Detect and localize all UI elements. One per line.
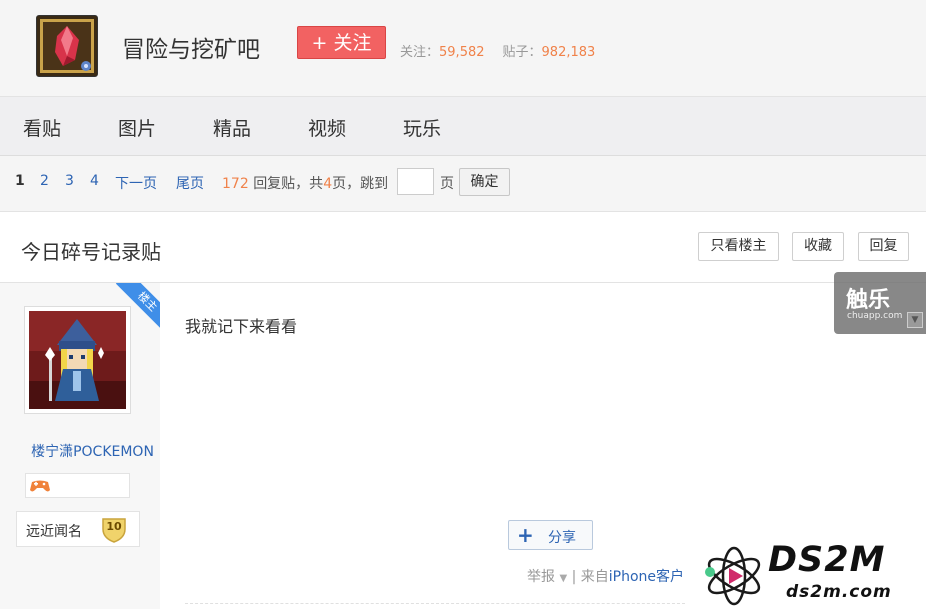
pagination: 1 2 3 4 下一页 尾页 172 回复贴，共4页，跳到 页 确定: [0, 156, 926, 212]
chule-watermark: 触乐 chuapp.com ▼: [834, 272, 926, 334]
pixel-mage-avatar: [29, 311, 126, 409]
page-1-current: 1: [15, 173, 25, 189]
page-unit-label: 页: [440, 176, 454, 192]
reply-text-b: 页，跳到: [332, 176, 389, 192]
chule-url: chuapp.com: [847, 311, 903, 321]
next-page-link[interactable]: 下一页: [115, 173, 157, 193]
member-level: 远近闻名 10: [16, 511, 140, 547]
reply-button[interactable]: 回复: [858, 232, 909, 261]
level-number: 10: [106, 520, 122, 533]
page-4-link[interactable]: 4: [90, 173, 99, 189]
reply-text-a: 回复贴，共: [253, 176, 324, 192]
post-content: 我就记下来看看: [185, 317, 298, 336]
followers-label: 关注：: [400, 45, 440, 60]
post-divider: [185, 603, 685, 604]
ds2m-logo-text: DS2M: [768, 540, 886, 580]
forum-nav: 看贴 图片 精品 视频 玩乐: [0, 97, 926, 156]
page-jump-confirm-button[interactable]: 确定: [459, 168, 510, 196]
author-avatar[interactable]: [24, 306, 131, 414]
share-button[interactable]: + 分享: [508, 520, 593, 550]
nav-item-posts[interactable]: 看贴: [23, 114, 61, 141]
nav-item-featured[interactable]: 精品: [213, 114, 251, 141]
page-2-link[interactable]: 2: [40, 173, 49, 189]
forum-stats: 关注：59,582 贴子：982,183: [400, 41, 595, 60]
page-jump-input[interactable]: [397, 168, 434, 195]
atom-logo-icon: [705, 546, 761, 606]
posts-count: 982,183: [541, 45, 596, 60]
chule-logo-text: 触乐: [846, 288, 891, 313]
red-gem-icon: [37, 16, 97, 76]
ds2m-watermark: DS2M ds2m.com: [702, 540, 922, 609]
report-link[interactable]: 举报: [527, 569, 555, 585]
posts-label: 贴子：: [502, 45, 542, 60]
thread-header: 今日碎号记录贴 只看楼主 收藏 回复: [0, 212, 926, 283]
page-3-link[interactable]: 3: [65, 173, 74, 189]
plus-icon: +: [517, 523, 534, 547]
followers-count: 59,582: [439, 45, 485, 60]
last-page-link[interactable]: 尾页: [176, 173, 204, 193]
ds2m-url: ds2m.com: [786, 582, 892, 602]
forum-avatar[interactable]: [36, 15, 98, 77]
post-meta: 举报 ▼ | 来自iPhone客户: [527, 566, 684, 586]
only-op-button[interactable]: 只看楼主: [698, 232, 779, 261]
forum-header: 冒险与挖矿吧 + 关注 关注：59,582 贴子：982,183: [0, 0, 926, 97]
level-title: 远近闻名: [26, 524, 82, 540]
nav-item-fun[interactable]: 玩乐: [403, 114, 441, 141]
reply-summary: 172 回复贴，共4页，跳到: [222, 173, 388, 193]
page-total: 4: [323, 176, 333, 192]
thread-title: 今日碎号记录贴: [21, 240, 161, 264]
source-client-link[interactable]: iPhone客户: [609, 569, 684, 585]
nav-item-images[interactable]: 图片: [118, 114, 156, 141]
reply-count: 172: [222, 176, 249, 192]
member-badge[interactable]: [25, 473, 130, 498]
chevron-down-icon[interactable]: ▼: [907, 312, 923, 328]
meta-separator: |: [571, 569, 577, 585]
share-label: 分享: [548, 530, 576, 546]
caret-down-icon[interactable]: ▼: [559, 573, 567, 584]
forum-name[interactable]: 冒险与挖矿吧: [122, 30, 260, 64]
follow-button[interactable]: + 关注: [297, 26, 386, 59]
game-controller-icon: [30, 480, 50, 492]
favorite-button[interactable]: 收藏: [792, 232, 844, 261]
source-prefix: 来自: [580, 569, 609, 585]
author-name[interactable]: 楼宁潇POCKEMON: [0, 441, 185, 461]
nav-item-videos[interactable]: 视频: [308, 114, 346, 141]
